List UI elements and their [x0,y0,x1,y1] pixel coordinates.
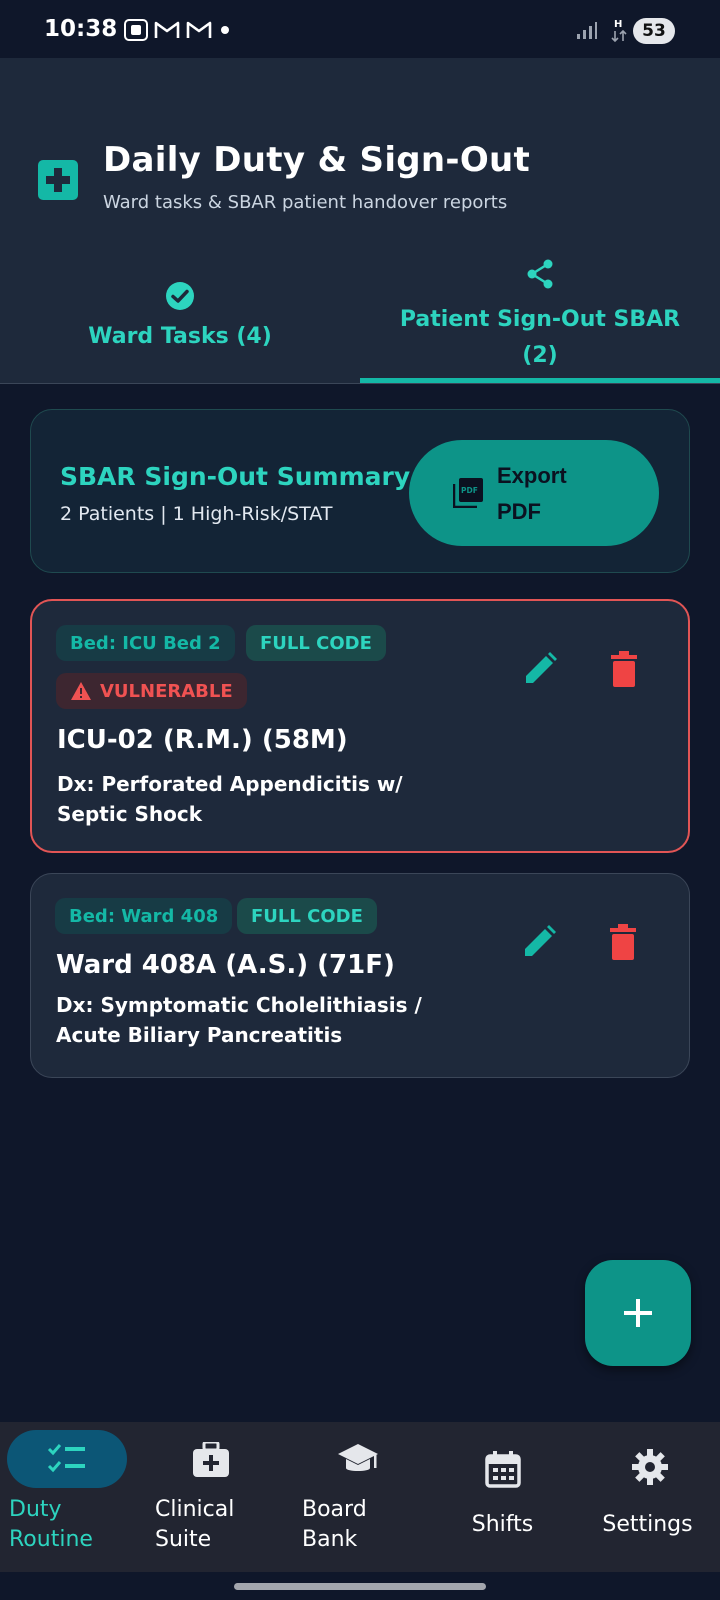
calendar-icon [485,1451,521,1488]
check-circle-icon [166,282,194,310]
svg-text:PDF: PDF [461,486,478,495]
vulnerable-badge: VULNERABLE [56,673,247,709]
page-title: Daily Duty & Sign-Out [103,140,531,180]
patient-name: ICU-02 (R.M.) (58M) [57,725,348,755]
nav-label: Clinical Suite [155,1497,235,1552]
code-status-badge: FULL CODE [246,625,386,661]
status-time: 10:38 [44,16,118,42]
home-indicator[interactable] [234,1583,486,1590]
share-icon [527,259,553,289]
summary-title: SBAR Sign-Out Summary [60,462,411,491]
tab-ward-tasks[interactable]: Ward Tasks (4) [0,236,360,384]
nav-label: Shifts [471,1512,534,1537]
nav-board-bank[interactable]: Board Bank [285,1422,430,1572]
graduation-cap-icon [338,1444,378,1471]
nav-shifts[interactable]: Shifts [430,1422,575,1572]
sbar-summary-card: SBAR Sign-Out Summary 2 Patients | 1 Hig… [30,409,690,573]
svg-text:H: H [614,19,622,30]
trash-icon [610,924,636,960]
tab-patient-signout-label: Patient Sign-Out SBAR (2) [399,307,681,368]
checklist-icon [47,1444,85,1473]
nav-label: Duty Routine [9,1497,93,1552]
active-tab-indicator [360,378,720,383]
patient-card[interactable]: Bed: ICU Bed 2 FULL CODE VULNERABLE ICU-… [30,599,690,853]
patient-name: Ward 408A (A.S.) (71F) [56,950,395,980]
medical-cross-icon [38,160,78,200]
nav-duty-routine[interactable]: Duty Routine [0,1422,140,1572]
add-patient-button[interactable] [585,1260,691,1366]
patient-diagnosis: Dx: Perforated Appendicitis w/ Septic Sh… [57,772,403,826]
signal-icon [577,22,597,39]
bed-badge: Bed: Ward 408 [55,898,233,934]
gmail-icon-2 [186,21,212,38]
pencil-icon [526,652,557,683]
notification-icons [124,18,232,42]
tab-patient-signout[interactable]: Patient Sign-Out SBAR (2) [360,236,720,384]
delete-button[interactable] [600,645,648,693]
edit-button[interactable] [515,918,563,966]
trash-icon [611,651,637,687]
screenshot-icon [124,19,148,41]
gmail-icon [154,21,180,38]
page-subtitle: Ward tasks & SBAR patient handover repor… [103,192,508,213]
nav-settings[interactable]: Settings [575,1422,720,1572]
nav-label: Board Bank [302,1497,367,1552]
summary-subtitle: 2 Patients | 1 High-Risk/STAT [60,503,333,525]
nav-label: Settings [602,1512,693,1537]
patient-card[interactable]: Bed: Ward 408 FULL CODE Ward 408A (A.S.)… [30,873,690,1078]
battery-indicator: 53 [633,18,675,44]
medical-kit-icon [193,1442,229,1477]
pencil-icon [525,925,556,956]
patient-diagnosis: Dx: Symptomatic Cholelithiasis / Acute B… [56,993,422,1047]
plus-icon [624,1299,652,1327]
code-status-badge: FULL CODE [237,898,377,934]
edit-button[interactable] [516,645,564,693]
bottom-navigation: Duty Routine Clinical Suite Board Bank S… [0,1422,720,1572]
tab-bar: Ward Tasks (4) Patient Sign-Out SBAR (2) [0,236,720,384]
pdf-icon: PDF [453,478,483,508]
tab-ward-tasks-label: Ward Tasks (4) [88,324,272,349]
vulnerable-label: VULNERABLE [100,680,233,702]
data-transfer-icon: H [611,19,627,43]
nav-clinical-suite[interactable]: Clinical Suite [140,1422,285,1572]
export-pdf-button[interactable]: PDF Export PDF [409,440,659,546]
gear-icon [632,1449,668,1485]
status-bar: 10:38 H 53 [0,0,720,58]
warning-icon [71,682,91,700]
export-pdf-label: Export PDF [497,463,567,524]
dot-icon [221,26,229,34]
bed-badge: Bed: ICU Bed 2 [56,625,235,661]
delete-button[interactable] [599,918,647,966]
